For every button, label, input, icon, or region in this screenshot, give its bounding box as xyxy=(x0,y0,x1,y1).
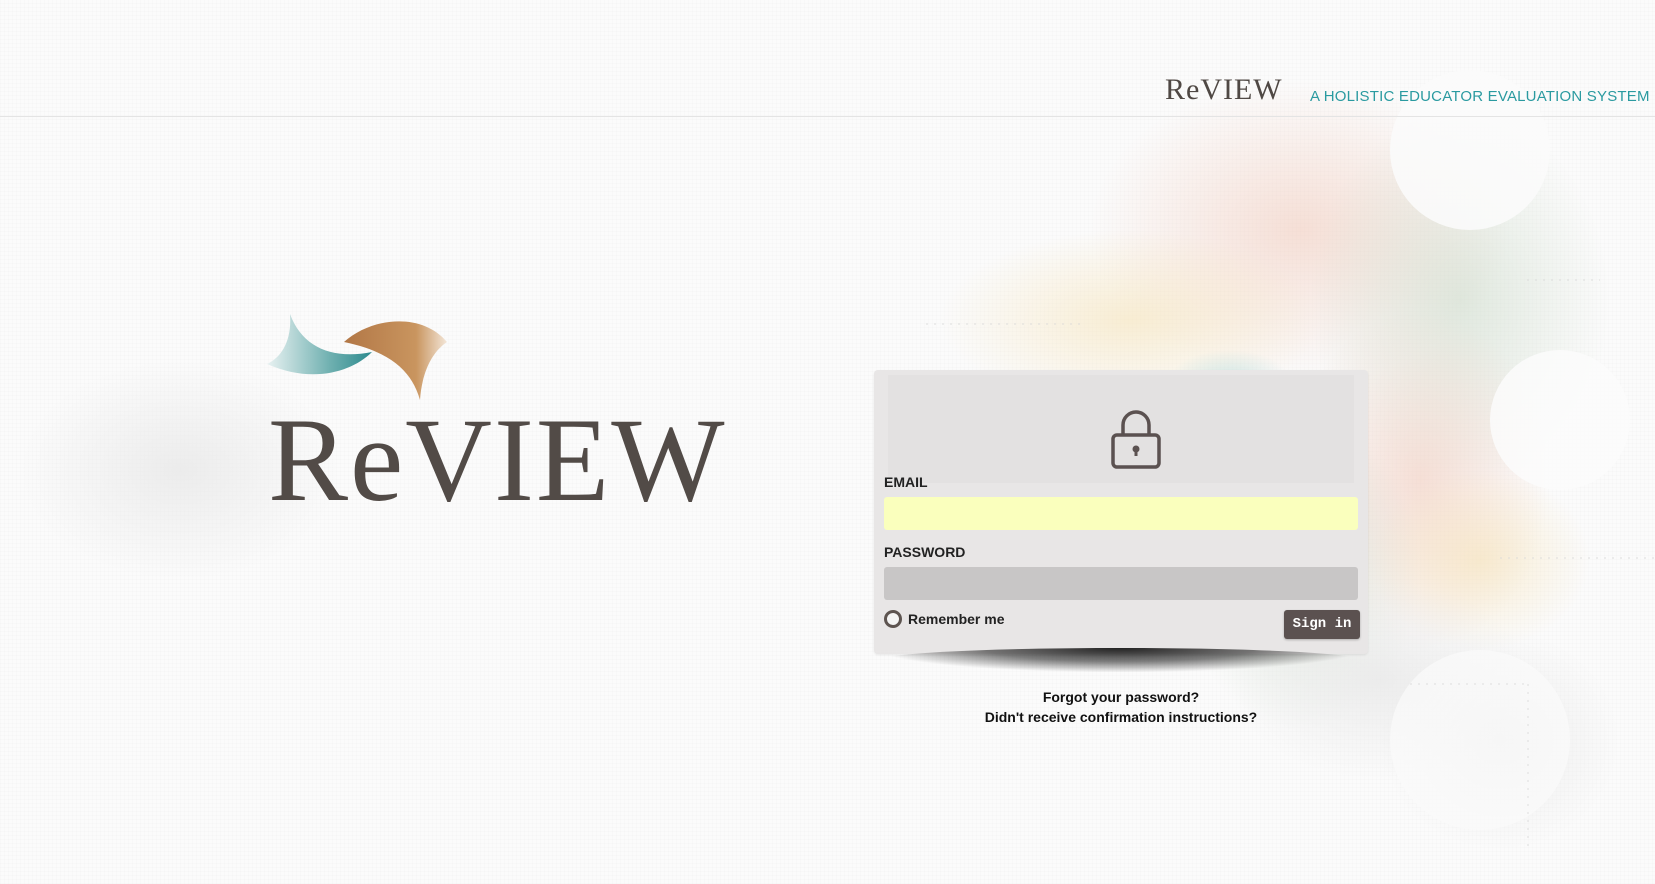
hero-logo-text: ReVIEW xyxy=(268,393,727,526)
top-header: ReVIEW A HOLISTIC EDUCATOR EVALUATION SY… xyxy=(0,0,1655,117)
logo-swoosh-icon xyxy=(267,314,447,400)
login-card: EMAIL PASSWORD Remember me Sign in xyxy=(874,370,1368,654)
email-label: EMAIL xyxy=(884,474,928,490)
email-field[interactable] xyxy=(884,497,1358,530)
login-card-shadow xyxy=(880,648,1360,672)
lock-icon xyxy=(1111,410,1161,469)
background-texture xyxy=(0,0,1655,884)
remember-me-label[interactable]: Remember me xyxy=(908,611,1005,627)
login-card-header xyxy=(888,375,1354,483)
auth-links: Forgot your password? Didn't receive con… xyxy=(874,687,1368,727)
background-petal-art xyxy=(20,70,1655,850)
remember-me-radio[interactable] xyxy=(884,610,902,628)
confirmation-instructions-link[interactable]: Didn't receive confirmation instructions… xyxy=(874,707,1368,727)
forgot-password-link[interactable]: Forgot your password? xyxy=(874,687,1368,707)
header-tagline: A HOLISTIC EDUCATOR EVALUATION SYSTEM xyxy=(1310,88,1650,105)
remember-me-toggle[interactable]: Remember me xyxy=(884,610,1005,628)
sign-in-button[interactable]: Sign in xyxy=(1284,610,1360,639)
password-label: PASSWORD xyxy=(884,544,966,560)
header-logo[interactable]: ReVIEW xyxy=(1165,73,1283,107)
password-field[interactable] xyxy=(884,567,1358,600)
